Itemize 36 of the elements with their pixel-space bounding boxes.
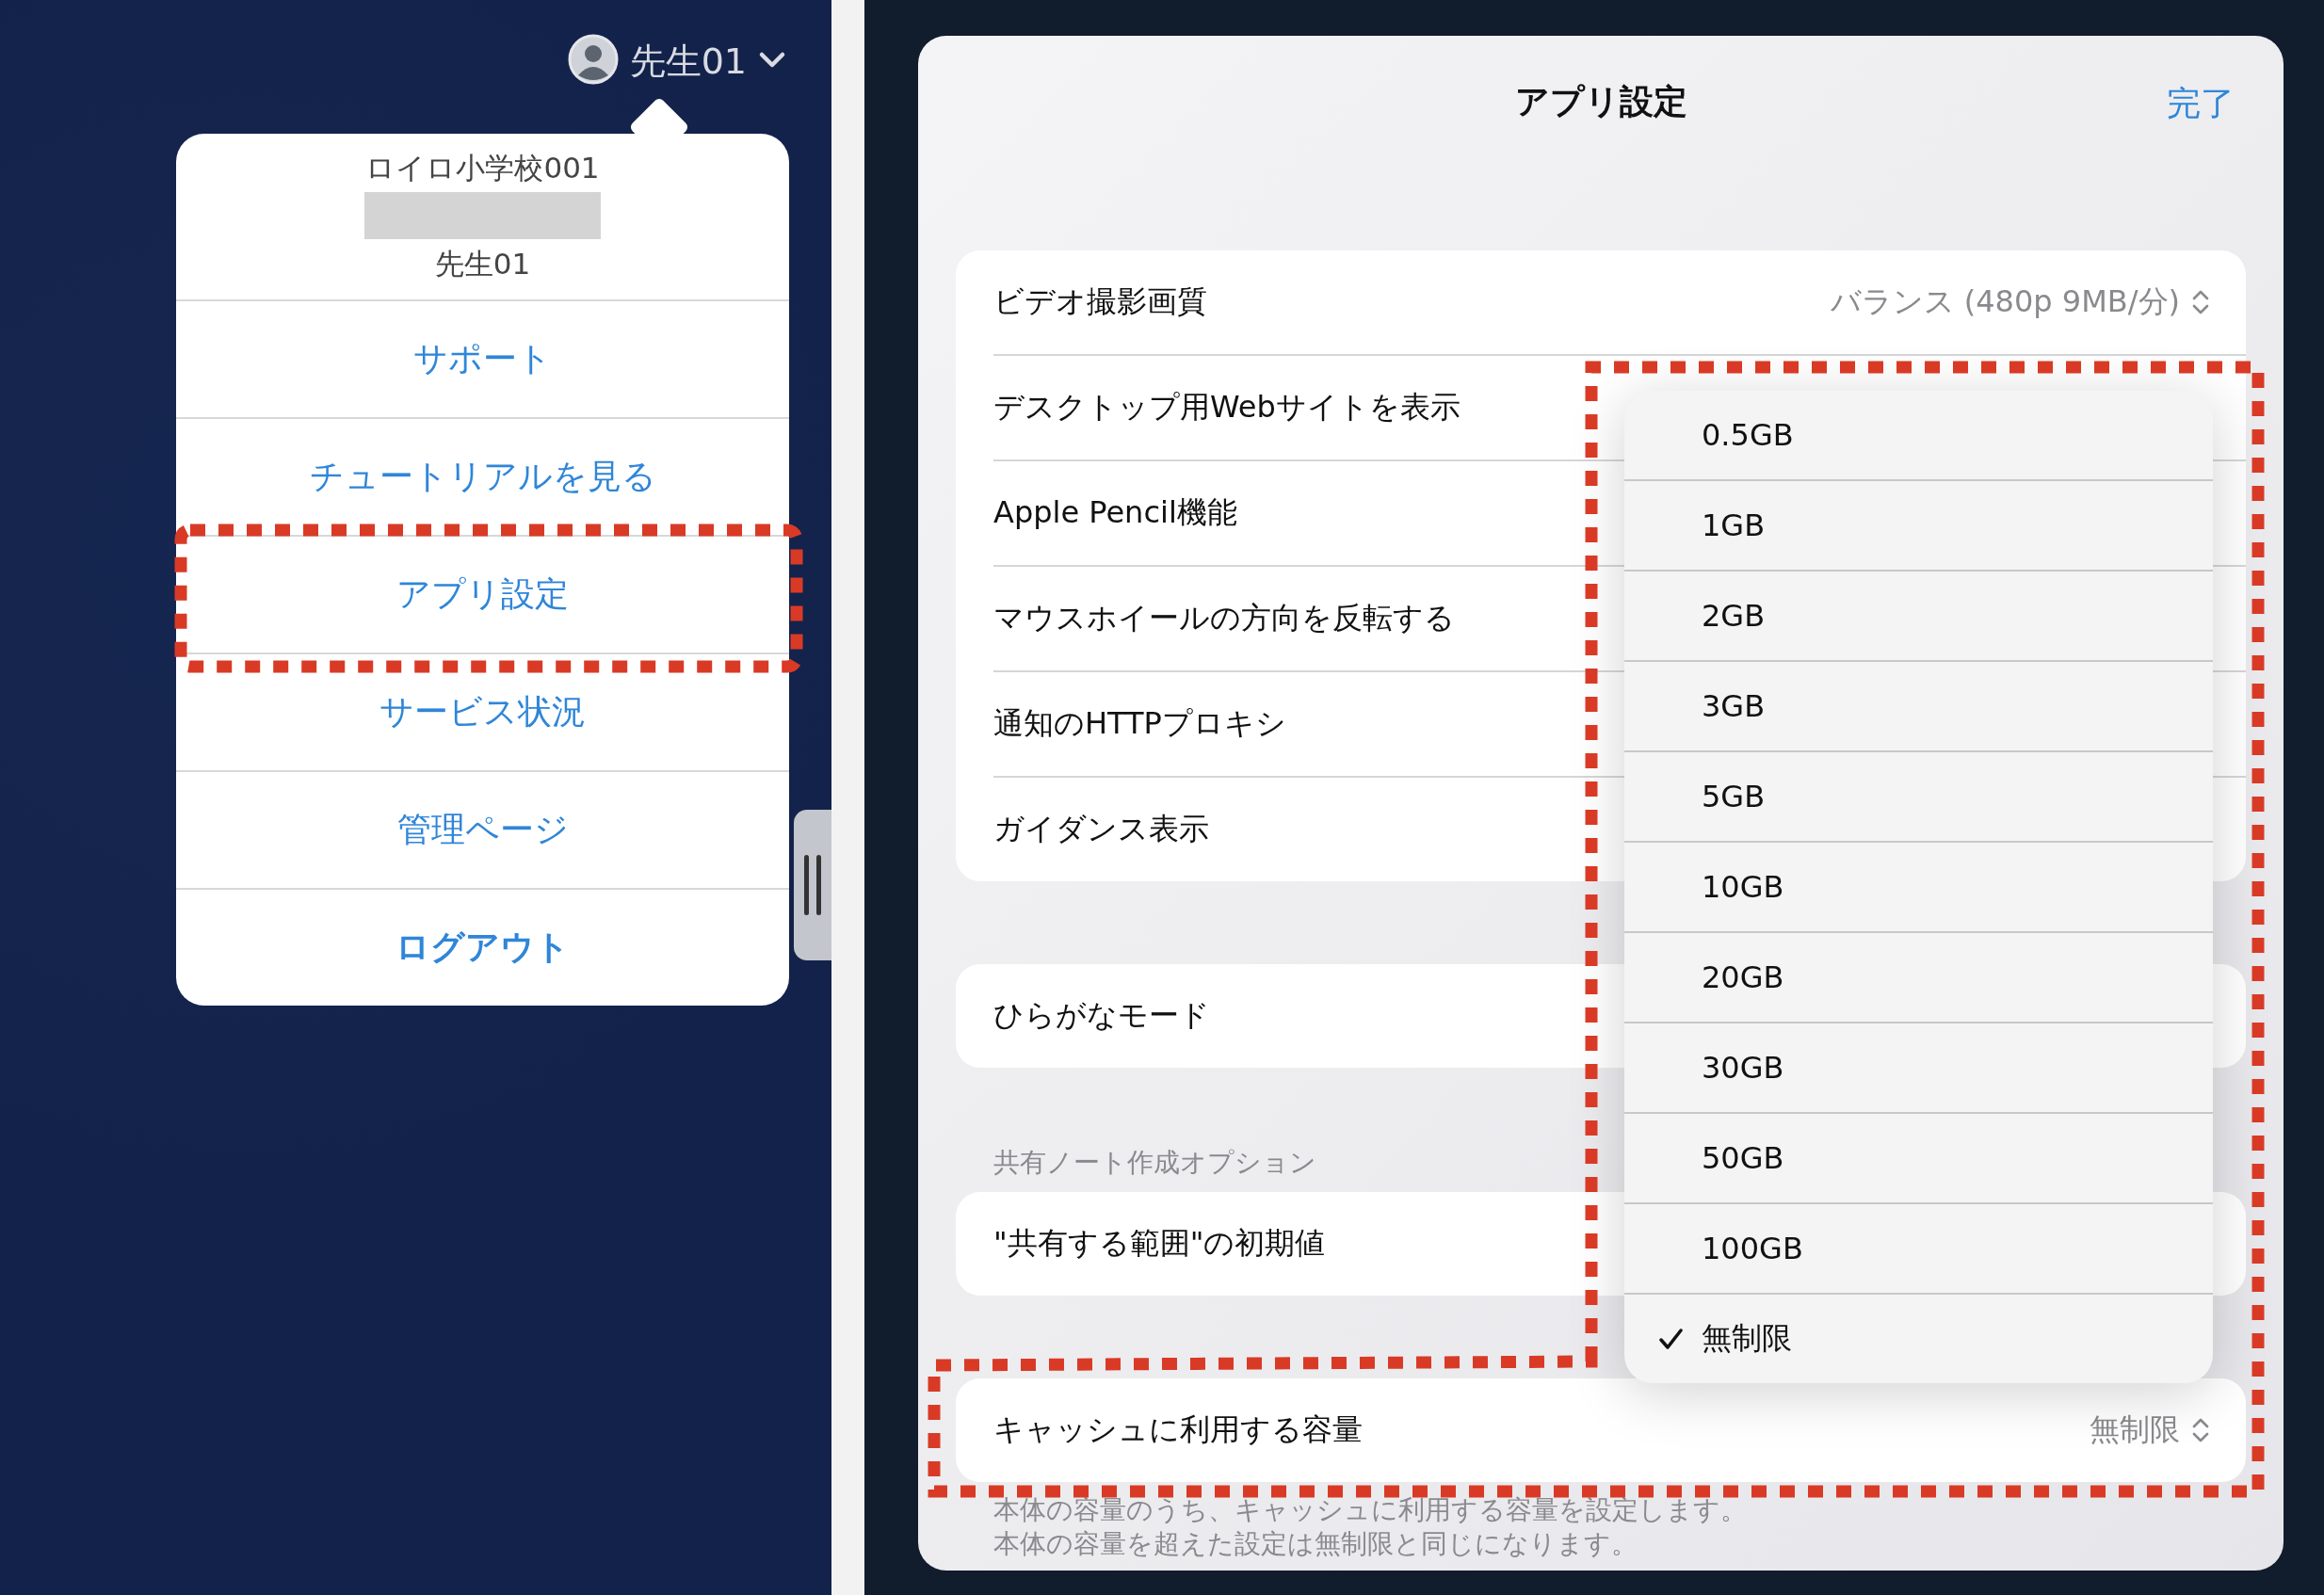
menu-option[interactable]: 0.5GB (1624, 391, 2213, 481)
setting-label: キャッシュに利用する容量 (993, 1410, 1363, 1449)
menu-option[interactable]: 2GB (1624, 572, 2213, 662)
menu-option[interactable]: 無制限 (1624, 1295, 2213, 1383)
setting-label: ひらがなモード (993, 996, 1210, 1035)
setting-label: デスクトップ用Webサイトを表示 (993, 388, 1461, 427)
sheet-title: アプリ設定 (1514, 80, 1687, 122)
setting-label: マウスホイールの方向を反転する (993, 599, 1455, 637)
menu-option[interactable]: 20GB (1624, 933, 2213, 1023)
menu-item[interactable]: チュートリアルを見る (176, 419, 789, 537)
menu-option[interactable]: 1GB (1624, 481, 2213, 572)
account-menu-button[interactable]: 先生01 (629, 37, 747, 86)
footnote-text: 本体の容量を超えた設定は無制限と同じになります。 (993, 1527, 1638, 1561)
menu-item[interactable]: ログアウト (176, 890, 789, 1006)
menu-item[interactable]: 管理ページ (176, 772, 789, 890)
menu-item[interactable]: サポート (176, 301, 789, 419)
menu-item[interactable]: アプリ設定 (176, 537, 789, 654)
setting-label: 通知のHTTPプロキシ (993, 704, 1286, 743)
setting-label: ガイダンス表示 (993, 810, 1209, 848)
chevron-updown-icon (2191, 288, 2210, 316)
setting-label: Apple Pencil機能 (993, 493, 1237, 532)
menu-option[interactable]: 30GB (1624, 1023, 2213, 1114)
setting-label: ビデオ撮影画質 (993, 282, 1207, 321)
menu-option[interactable]: 3GB (1624, 662, 2213, 752)
footnote-text: 本体の容量のうち、キャッシュに利用する容量を設定します。 (993, 1493, 1748, 1527)
setting-label: "共有する範囲"の初期値 (993, 1224, 1326, 1263)
menu-option[interactable]: 50GB (1624, 1114, 2213, 1204)
menu-option[interactable]: 100GB (1624, 1204, 2213, 1295)
school-name: ロイロ小学校001 (365, 150, 600, 186)
menu-option[interactable]: 5GB (1624, 752, 2213, 843)
section-header: 共有ノート作成オプション (993, 1146, 1316, 1180)
chevron-updown-icon (2191, 1416, 2210, 1444)
menu-item[interactable]: サービス状況 (176, 654, 789, 772)
user-name: 先生01 (434, 246, 531, 282)
resize-handle[interactable] (794, 810, 831, 960)
menu-option[interactable]: 10GB (1624, 843, 2213, 933)
